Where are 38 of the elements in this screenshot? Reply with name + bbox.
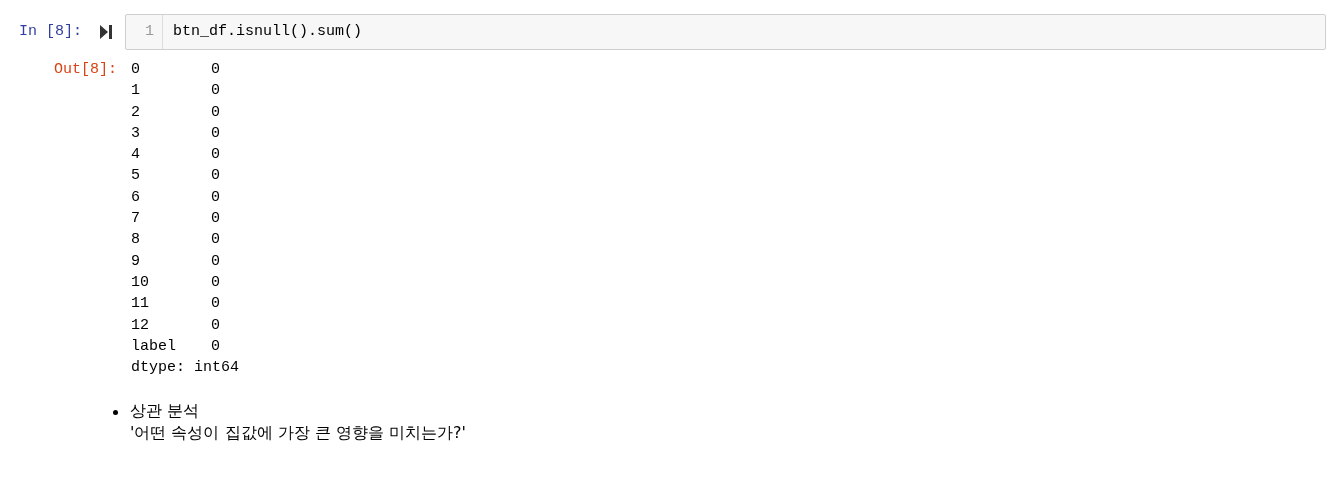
series-value: 0 (211, 166, 220, 187)
series-index: 2 (131, 102, 141, 123)
series-index: 3 (131, 123, 141, 144)
series-value: 0 (211, 251, 220, 272)
series-value: 0 (211, 123, 220, 144)
series-index: 12 (131, 315, 150, 336)
series-value: 0 (211, 187, 220, 208)
series-value: 0 (211, 294, 220, 315)
code-text: btn_df.isnull().sum() (172, 21, 363, 42)
series-value: 0 (211, 272, 220, 293)
series-value: 0 (211, 102, 220, 123)
series-index: 5 (131, 166, 141, 187)
output-prompt: Out[8]: (54, 60, 117, 80)
series-value: 0 (211, 230, 220, 251)
bullet-icon (113, 410, 118, 416)
series-value: 0 (211, 145, 220, 166)
bullet-text: '어떤 속성이 집값에 가장 큰 영향을 미치는가?' (130, 422, 466, 445)
series-index: 7 (131, 209, 141, 230)
series-index: 4 (131, 145, 141, 166)
series-index: label (131, 336, 177, 357)
series-value: 0 (211, 336, 220, 357)
series-index: 9 (131, 251, 141, 272)
code-editor[interactable]: 1 btn_df.isnull().sum() (125, 14, 1326, 50)
dtype-text: dtype: int64 (131, 358, 240, 379)
bullet-title: 상관 분석 (130, 400, 201, 423)
series-value: 0 (211, 315, 220, 336)
series-value: 0 (211, 81, 220, 102)
input-prompt: In [8]: (19, 21, 82, 42)
series-value: 0 (211, 60, 220, 80)
series-index: 10 (131, 272, 150, 293)
series-index: 8 (131, 230, 141, 251)
run-icon[interactable] (100, 25, 112, 39)
series-index: 1 (131, 81, 141, 102)
line-number: 1 (126, 15, 163, 49)
series-value: 0 (211, 209, 220, 230)
series-index: 6 (131, 187, 141, 208)
series-index: 0 (131, 60, 141, 80)
series-index: 11 (131, 294, 150, 315)
